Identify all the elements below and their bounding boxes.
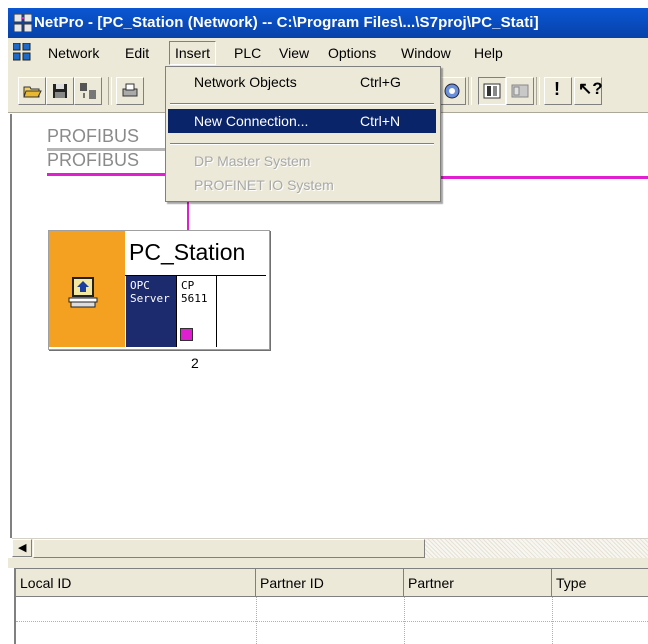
- menu-plc[interactable]: PLC: [234, 45, 261, 61]
- print-icon: [122, 83, 138, 97]
- profibus-port[interactable]: [180, 328, 193, 341]
- arrow-left-icon: ◀: [18, 542, 27, 554]
- menu-options[interactable]: Options: [328, 45, 376, 61]
- help-button[interactable]: ↖?: [574, 77, 603, 105]
- network-view-button[interactable]: [438, 77, 466, 105]
- insert-menu: Network Objects Ctrl+G New Connection...…: [165, 66, 441, 202]
- col-partner[interactable]: Partner: [404, 569, 552, 597]
- pc-station-icon: [68, 277, 98, 308]
- accessible-nodes-button[interactable]: [74, 77, 102, 105]
- menu-item-network-objects[interactable]: Network Objects Ctrl+G: [168, 70, 436, 94]
- accessible-nodes-icon: [80, 83, 96, 99]
- pc-station-object[interactable]: PC_Station OPC Server CP 5611: [48, 230, 270, 350]
- profibus-subnet-line[interactable]: [47, 173, 165, 176]
- station-icon-area: [49, 231, 125, 347]
- menu-insert[interactable]: Insert: [169, 41, 217, 65]
- menu-window[interactable]: Window: [401, 45, 451, 61]
- menu-item-dp-master-system[interactable]: DP Master System: [168, 149, 436, 173]
- properties-button[interactable]: [506, 77, 534, 105]
- exclamation-icon: !: [554, 79, 560, 99]
- menu-view[interactable]: View: [279, 45, 309, 61]
- station-name: PC_Station: [129, 239, 246, 265]
- save-button[interactable]: [46, 77, 74, 105]
- print-button[interactable]: [116, 77, 144, 105]
- scroll-left-button[interactable]: ◀: [12, 539, 32, 557]
- scroll-thumb[interactable]: [33, 539, 425, 558]
- title-bar: NetPro - [PC_Station (Network) -- C:\Pro…: [8, 8, 648, 38]
- station-number: 2: [191, 355, 199, 371]
- save-icon: [53, 84, 67, 98]
- menu-edit[interactable]: Edit: [125, 45, 149, 61]
- network-icon: [444, 83, 460, 99]
- document-icon[interactable]: [13, 43, 31, 61]
- cp5611-label: CP 5611: [181, 279, 208, 305]
- open-button[interactable]: [18, 77, 46, 105]
- profibus-station-link: [187, 200, 189, 230]
- window-title: NetPro - [PC_Station (Network) -- C:\Pro…: [34, 14, 539, 31]
- help-icon: ↖?: [578, 79, 603, 98]
- exclamation-button[interactable]: !: [544, 77, 572, 105]
- netpro-app-icon: [14, 14, 32, 32]
- menu-bar: Network Edit Insert PLC View Options Win…: [8, 38, 648, 68]
- menu-network[interactable]: Network: [48, 45, 99, 61]
- menu-help[interactable]: Help: [474, 45, 503, 61]
- col-partner-id[interactable]: Partner ID: [256, 569, 404, 597]
- station-view-button[interactable]: [478, 77, 506, 105]
- profibus-subnet-line-right[interactable]: [438, 176, 648, 179]
- properties-icon: [511, 84, 529, 98]
- col-type[interactable]: Type: [552, 569, 648, 597]
- menu-item-profinet-io-system[interactable]: PROFINET IO System: [168, 173, 436, 197]
- subnet-label-2[interactable]: PROFIBUS: [47, 150, 139, 171]
- horizontal-scrollbar[interactable]: ◀: [12, 538, 648, 559]
- open-icon: [23, 86, 42, 98]
- connections-table: Local ID Partner ID Partner Type: [14, 568, 648, 644]
- opc-server-label: OPC Server: [130, 279, 170, 305]
- menu-item-new-connection[interactable]: New Connection... Ctrl+N: [168, 109, 436, 133]
- subnet-label-1[interactable]: PROFIBUS: [47, 126, 139, 147]
- col-local-id[interactable]: Local ID: [16, 569, 256, 597]
- pane-splitter[interactable]: [8, 558, 648, 568]
- station-icon: [483, 83, 501, 99]
- scroll-track[interactable]: [425, 539, 648, 558]
